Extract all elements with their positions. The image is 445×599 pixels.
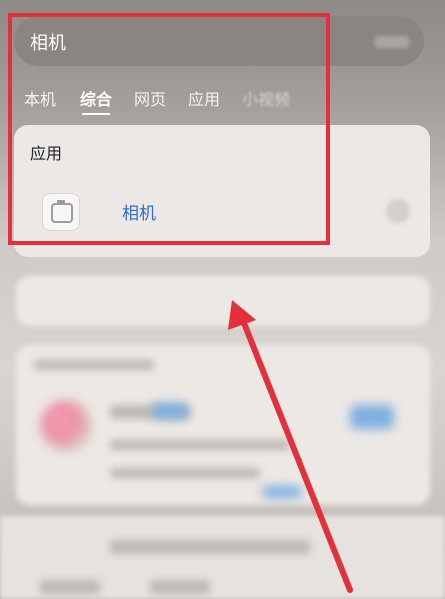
annotation-arrow [228, 300, 353, 593]
